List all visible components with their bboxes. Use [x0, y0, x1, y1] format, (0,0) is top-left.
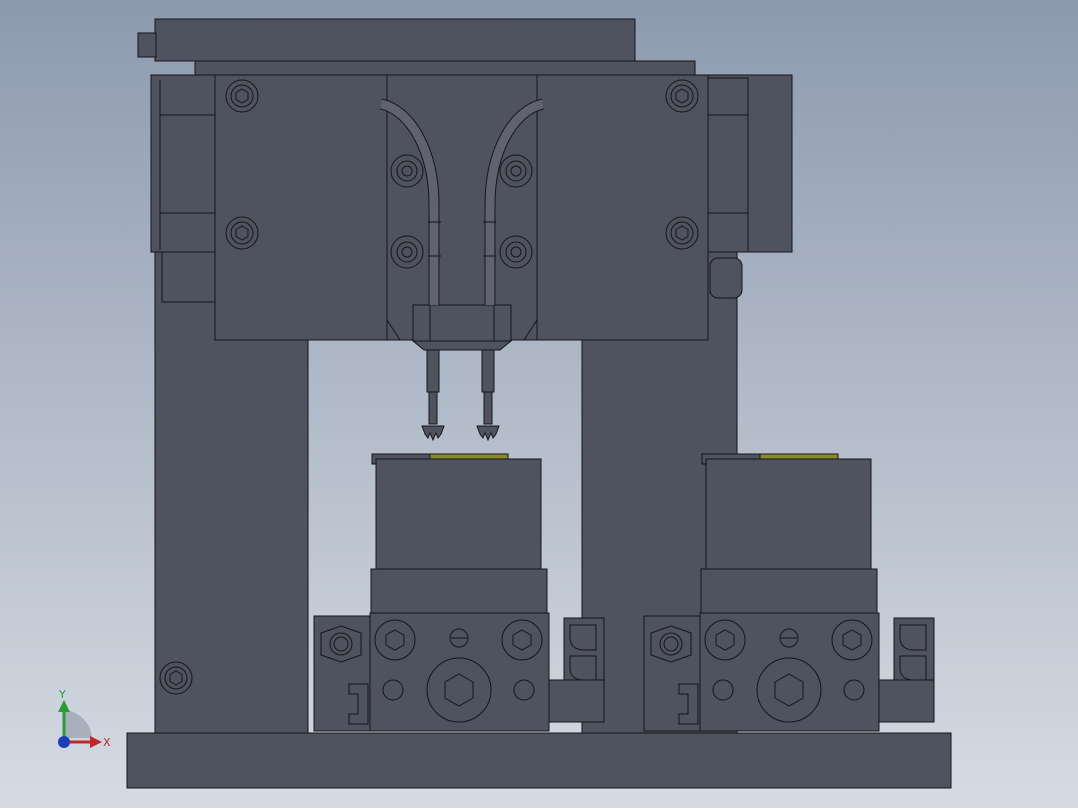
counterbore-screw: [390, 235, 424, 269]
slotted-screw: [779, 628, 799, 648]
left-side-foot: [161, 251, 216, 303]
right-side-block-inner: [707, 77, 749, 253]
counterbore-screw: [499, 235, 533, 269]
cap-screw: [831, 619, 873, 661]
base-plate[interactable]: [126, 732, 952, 789]
cad-drawing: Y X: [0, 0, 1078, 808]
suction-pin-right-tip: [483, 391, 493, 425]
nozzle-block-tip: [411, 340, 513, 351]
right-head-plate[interactable]: [535, 74, 709, 341]
suction-pin-left-tip: [428, 391, 438, 425]
cap-screw: [225, 79, 259, 113]
dowel-hole: [513, 679, 535, 701]
cad-viewport[interactable]: Y X: [0, 0, 1078, 808]
station-right-right-bracket: [878, 679, 935, 723]
dowel-hole: [712, 679, 734, 701]
station-left-housing[interactable]: [375, 458, 542, 570]
center-bolt: [756, 657, 822, 723]
station-right-housing[interactable]: [705, 458, 872, 570]
cap-screw: [704, 619, 746, 661]
left-head-plate[interactable]: [214, 74, 388, 341]
triad-y-label: Y: [58, 688, 66, 701]
station-right-collar: [700, 568, 878, 614]
cap-screw: [374, 619, 416, 661]
top-rail: [194, 60, 696, 77]
suction-pin-left[interactable]: [426, 349, 440, 393]
dowel-hole: [843, 679, 865, 701]
latch-icon: [569, 655, 597, 681]
left-side-block[interactable]: [150, 74, 218, 253]
hex-socket-icon: [169, 670, 183, 686]
cap-screw: [501, 619, 543, 661]
nozzle-block[interactable]: [412, 304, 512, 342]
latch-icon: [899, 655, 927, 681]
counterbore-screw: [390, 154, 424, 188]
station-left-collar: [370, 568, 548, 614]
suction-pin-right[interactable]: [481, 349, 495, 393]
latch-icon: [569, 624, 597, 651]
top-slide-tab: [137, 32, 157, 58]
slotted-screw: [449, 628, 469, 648]
top-slide[interactable]: [154, 18, 636, 62]
station-left-right-bracket: [548, 679, 605, 723]
center-bolt: [426, 657, 492, 723]
counterbore-screw: [499, 154, 533, 188]
dowel-hole: [382, 679, 404, 701]
right-side-knob[interactable]: [709, 257, 743, 299]
latch-icon: [899, 624, 927, 651]
triad-x-label: X: [103, 736, 111, 749]
triad-z-axis-icon: [58, 736, 70, 748]
nut-bore: [333, 636, 349, 652]
cap-screw: [665, 79, 699, 113]
cap-screw: [225, 216, 259, 250]
nut-bore: [663, 636, 679, 652]
cap-screw: [665, 216, 699, 250]
